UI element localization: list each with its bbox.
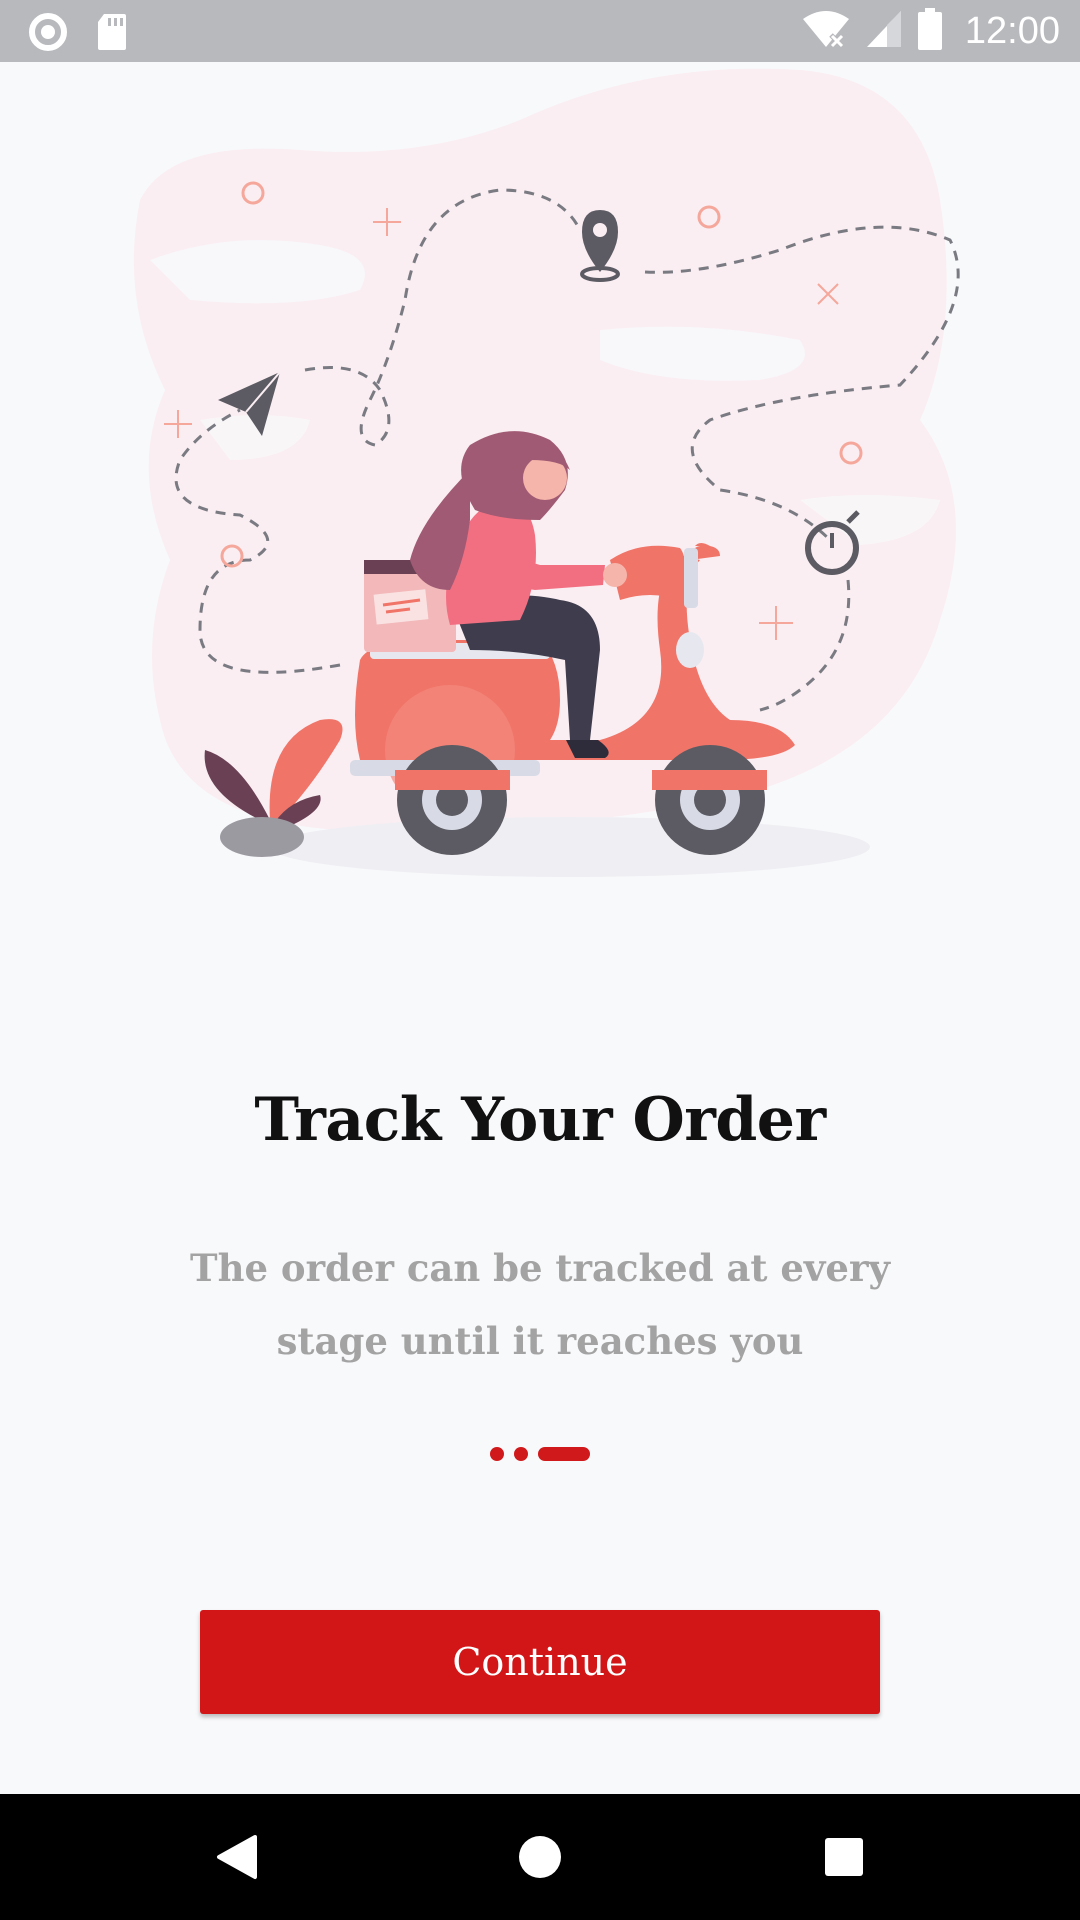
sd-card-icon xyxy=(96,12,128,56)
continue-button[interactable]: Continue xyxy=(200,1610,880,1714)
page-dot-1 xyxy=(490,1447,504,1461)
recents-icon[interactable] xyxy=(781,1794,907,1920)
navigation-bar xyxy=(0,1794,1080,1920)
status-time: 12:00 xyxy=(964,9,1060,52)
home-icon[interactable] xyxy=(477,1794,603,1920)
back-icon[interactable] xyxy=(174,1794,300,1920)
onboarding-title: Track Your Order xyxy=(254,1085,826,1155)
wifi-off-icon xyxy=(801,9,851,53)
onboarding-screen: 12:00 Track Your Order The order can be … xyxy=(0,0,1080,1920)
page-indicator xyxy=(0,1447,1080,1461)
status-bar: 12:00 xyxy=(0,0,1080,62)
page-dot-2 xyxy=(514,1447,528,1461)
circle-notification-icon xyxy=(28,12,68,56)
delivery-scooter-illustration xyxy=(0,62,1080,902)
onboarding-subtitle: The order can be tracked at every stage … xyxy=(190,1246,890,1363)
page-dot-3-active xyxy=(538,1447,590,1461)
battery-icon xyxy=(917,8,943,54)
signal-icon xyxy=(865,9,903,53)
